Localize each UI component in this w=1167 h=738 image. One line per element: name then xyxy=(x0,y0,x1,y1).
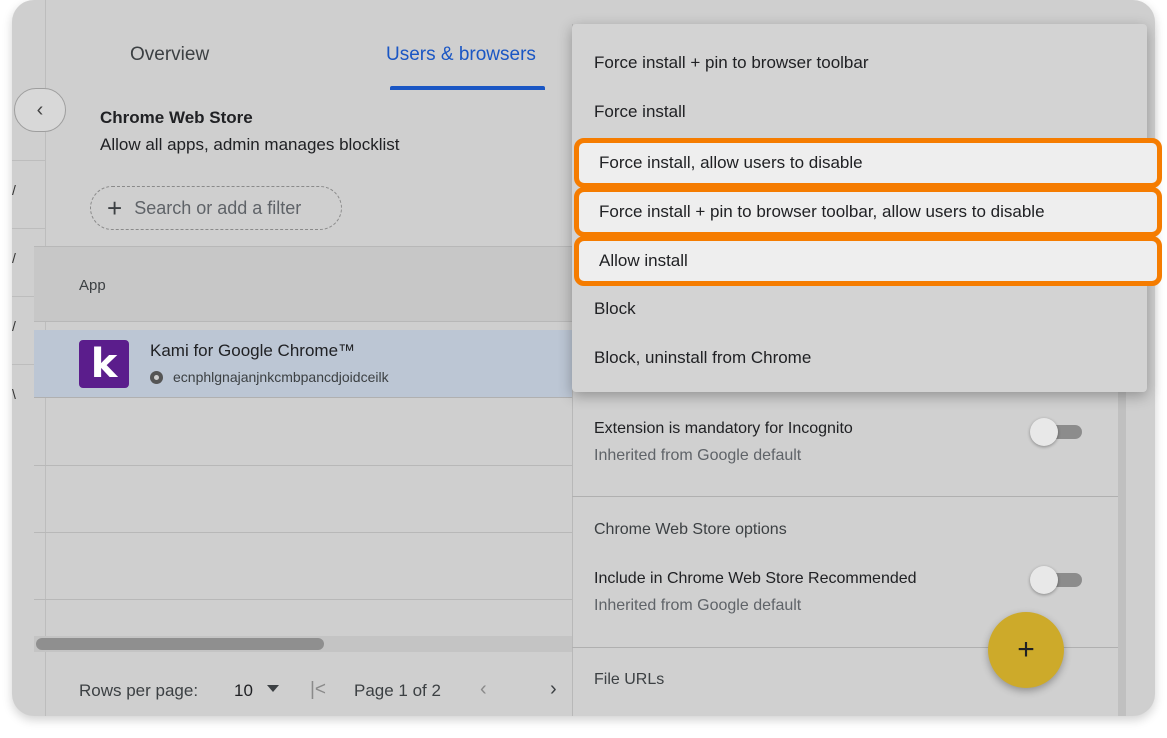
menu-item-force-install[interactable]: Force install xyxy=(594,101,686,123)
rail-mark: / xyxy=(12,182,16,198)
add-button[interactable]: + xyxy=(988,612,1064,688)
app-id: ecnphlgnajanjnkcmbpancdjoidceilk xyxy=(150,369,389,385)
plus-icon: + xyxy=(107,193,123,223)
row-divider xyxy=(34,532,584,533)
horizontal-scrollbar[interactable] xyxy=(34,636,584,652)
incognito-toggle[interactable] xyxy=(1030,416,1082,448)
row-divider xyxy=(34,599,584,600)
table-row[interactable]: k Kami for Google Chrome™ ecnphlgnajanjn… xyxy=(34,330,594,398)
page-indicator: Page 1 of 2 xyxy=(354,681,441,700)
menu-item-block-uninstall[interactable]: Block, uninstall from Chrome xyxy=(594,347,811,369)
file-urls-section: File URLs xyxy=(594,671,665,688)
menu-item-force-install-pin[interactable]: Force install + pin to browser toolbar xyxy=(594,52,869,74)
scrollbar-thumb[interactable] xyxy=(36,638,324,650)
column-header-app[interactable]: App xyxy=(79,277,106,294)
first-page-icon[interactable]: |< xyxy=(310,679,326,701)
recommended-setting-title: Include in Chrome Web Store Recommended xyxy=(594,570,917,587)
add-icon: + xyxy=(1017,633,1035,666)
rail-mark: / xyxy=(12,318,16,334)
pagination: Rows per page: 10 |< Page 1 of 2 ‹ › xyxy=(34,652,584,716)
incognito-setting-subtitle: Inherited from Google default xyxy=(594,447,802,464)
incognito-setting-title: Extension is mandatory for Incognito xyxy=(594,420,853,437)
rows-per-page-select[interactable]: 10 xyxy=(234,681,253,701)
menu-item-allow-install[interactable]: Allow install xyxy=(574,236,1162,286)
recommended-setting-subtitle: Inherited from Google default xyxy=(594,597,802,614)
rail-divider xyxy=(12,228,46,229)
active-tab-indicator xyxy=(390,86,545,90)
toggle-knob xyxy=(1030,418,1058,446)
caret-down-icon[interactable] xyxy=(267,685,279,692)
install-policy-menu: Force install + pin to browser toolbar F… xyxy=(572,24,1162,392)
table-header: App xyxy=(34,246,594,322)
search-filter-input[interactable]: + Search or add a filter xyxy=(90,186,342,230)
rows-per-page-label: Rows per page: xyxy=(79,681,199,700)
cws-options-section: Chrome Web Store options xyxy=(594,521,787,538)
app-id-text: ecnphlgnajanjnkcmbpancdjoidceilk xyxy=(173,369,389,385)
rail-mark: \ xyxy=(12,386,16,402)
app-name: Kami for Google Chrome™ xyxy=(150,341,356,360)
collapse-panel-button[interactable]: ‹ xyxy=(14,88,66,132)
section-divider xyxy=(572,496,1118,497)
recommended-toggle[interactable] xyxy=(1030,564,1082,596)
tab-users-browsers[interactable]: Users & browsers xyxy=(386,44,536,66)
rail-divider xyxy=(12,160,46,161)
row-divider xyxy=(34,465,584,466)
menu-item-block[interactable]: Block xyxy=(594,298,636,320)
chevron-left-icon: ‹ xyxy=(36,98,44,121)
rail-mark: / xyxy=(12,250,16,266)
chrome-icon xyxy=(150,370,163,384)
app-logo: k xyxy=(79,340,129,388)
toggle-knob xyxy=(1030,566,1058,594)
next-page-icon[interactable]: › xyxy=(550,678,557,701)
filter-placeholder: Search or add a filter xyxy=(134,197,302,218)
tab-overview[interactable]: Overview xyxy=(130,44,209,66)
menu-item-force-install-allow-disable[interactable]: Force install, allow users to disable xyxy=(574,138,1162,188)
store-title: Chrome Web Store xyxy=(100,108,253,127)
prev-page-icon[interactable]: ‹ xyxy=(480,678,487,701)
store-subtitle: Allow all apps, admin manages blocklist xyxy=(100,135,400,154)
menu-item-force-install-pin-allow-disable[interactable]: Force install + pin to browser toolbar, … xyxy=(574,187,1162,237)
